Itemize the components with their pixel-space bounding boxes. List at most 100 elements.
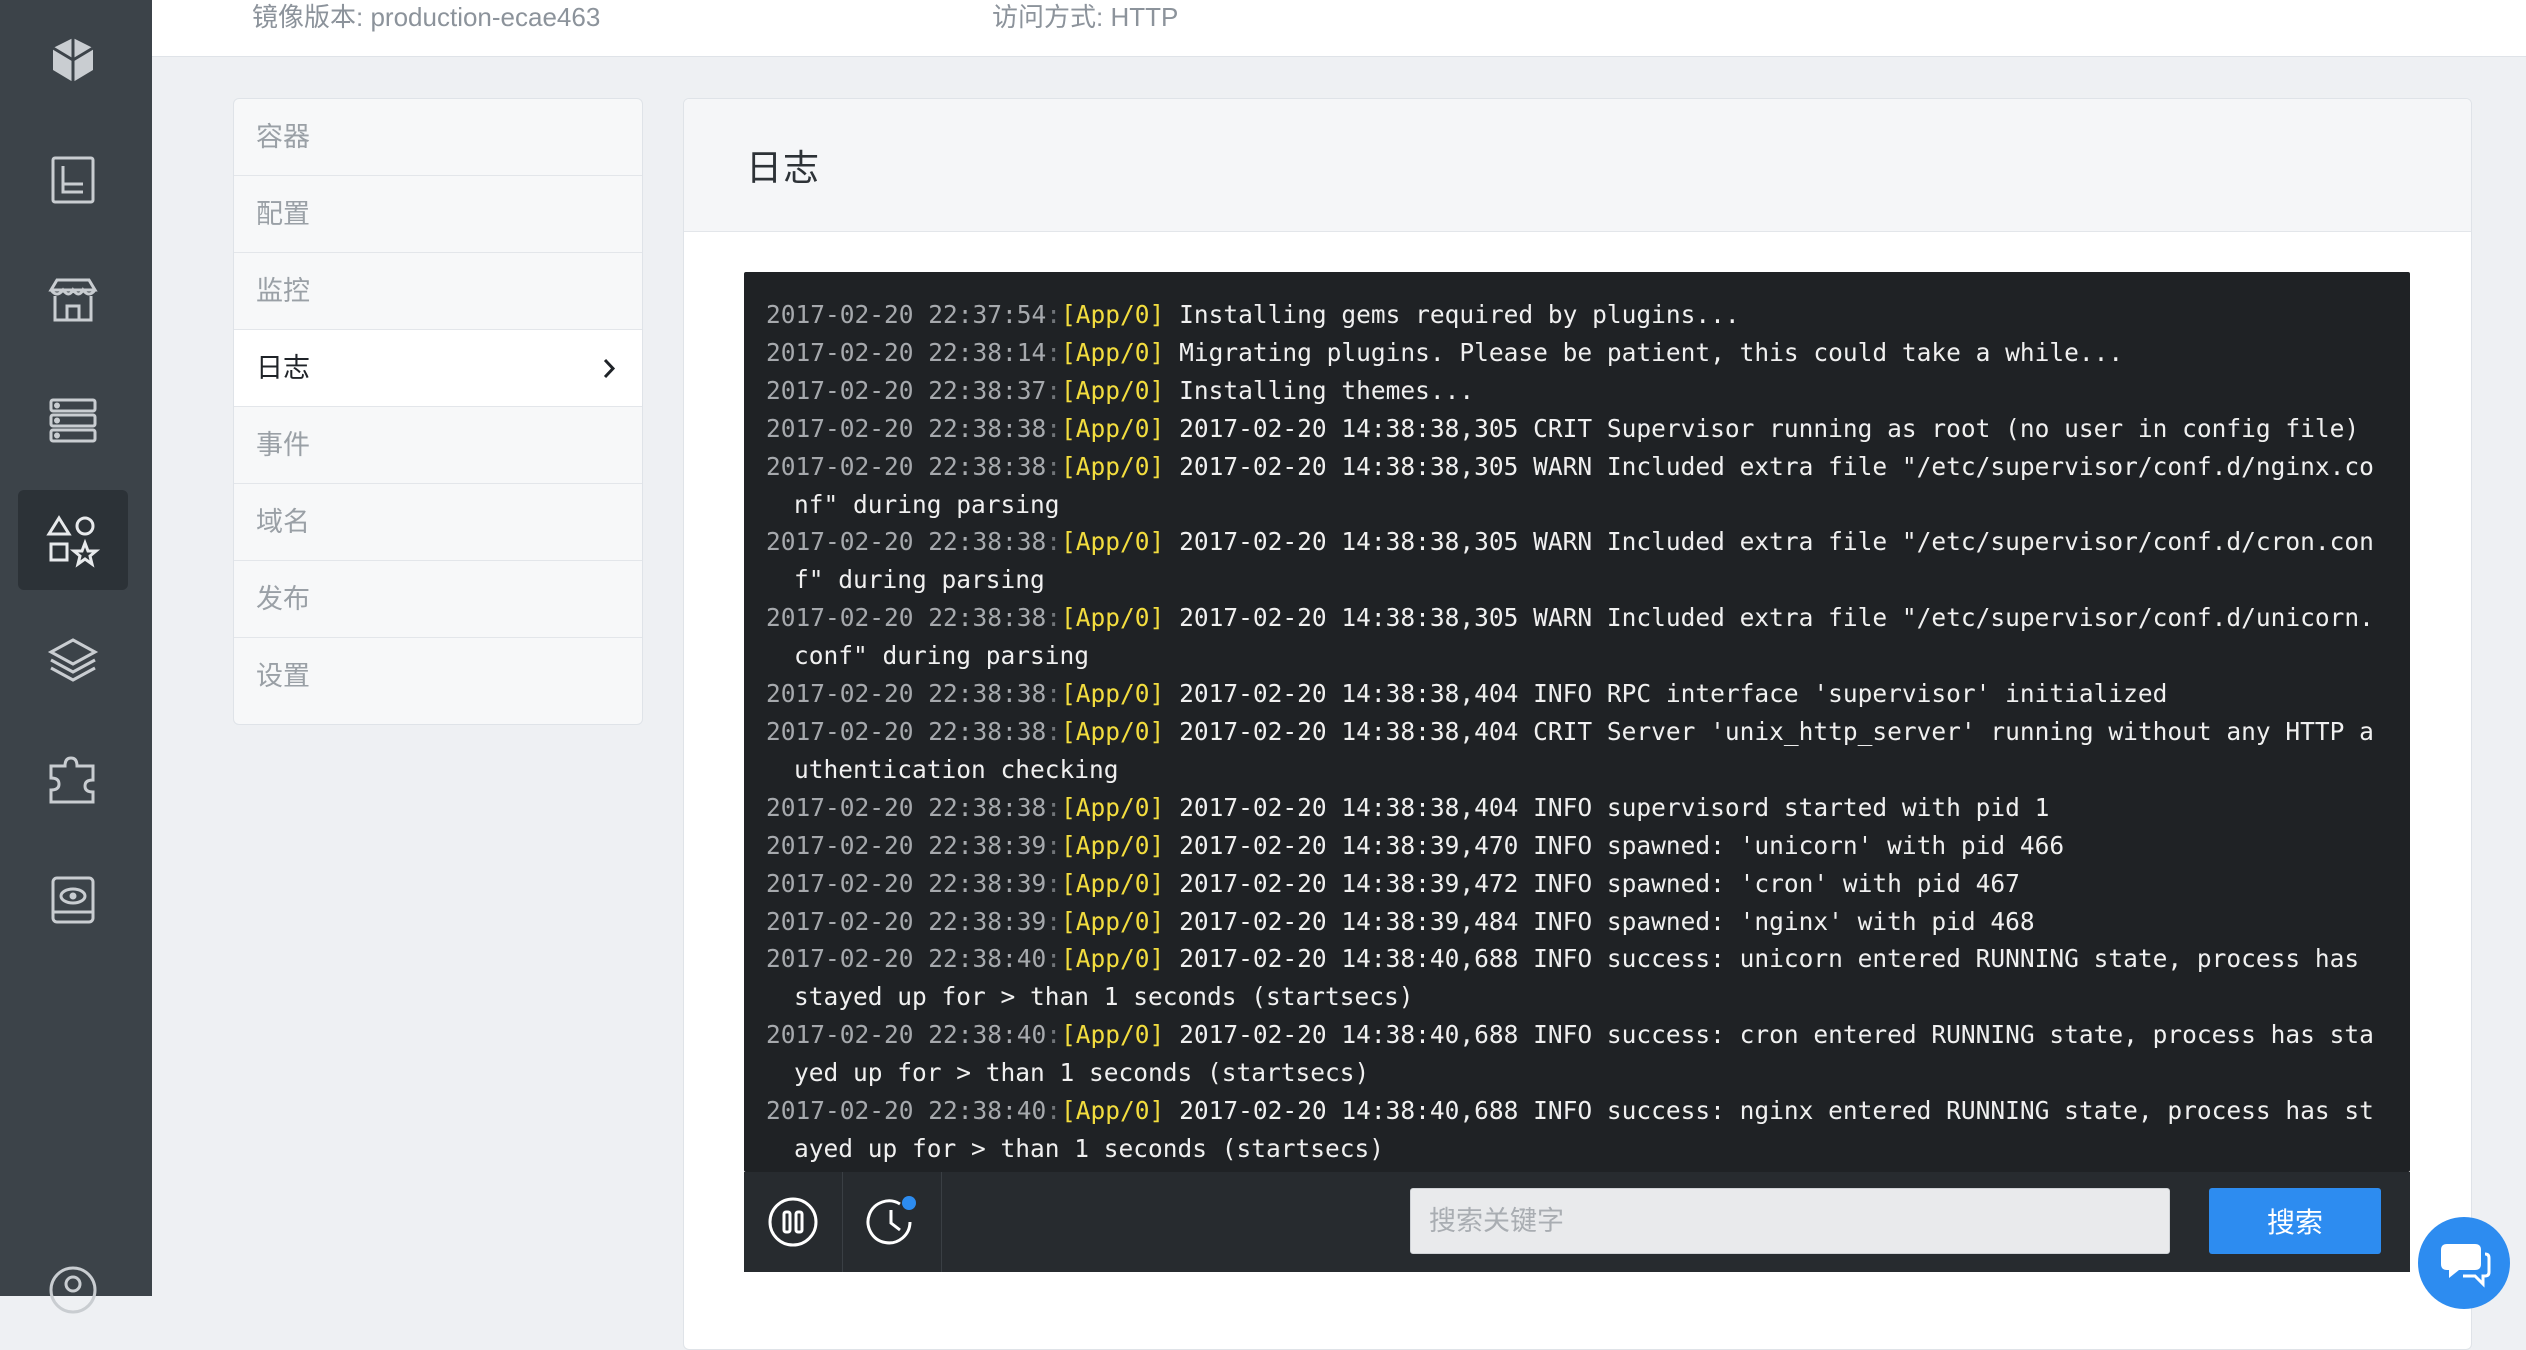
log-output[interactable]: 2017-02-20 22:37:54:[App/0] Installing g… <box>744 272 2410 1170</box>
subnav-item-domains[interactable]: 域名 <box>234 484 642 561</box>
log-line-clipped <box>766 276 2382 296</box>
log-app-tag: [App/0] <box>1061 716 1165 746</box>
log-timestamp: 2017-02-20 22:38:40 <box>766 1096 1047 1126</box>
log-separator: : <box>1046 830 1062 860</box>
log-line: 2017-02-20 22:38:14:[App/0] Migrating pl… <box>766 334 2382 372</box>
log-app-tag: [App/0] <box>1061 375 1165 405</box>
user-icon[interactable] <box>18 1240 128 1340</box>
store-icon[interactable] <box>18 250 128 350</box>
log-timestamp: 2017-02-20 22:37:54 <box>766 300 1047 329</box>
log-app-tag: [App/0] <box>1061 300 1165 329</box>
logo-icon[interactable] <box>18 10 128 110</box>
access-method-label: 访问方式: <box>992 2 1104 32</box>
log-timestamp: 2017-02-20 22:38:38 <box>766 527 1047 557</box>
clock-icon <box>866 1196 916 1245</box>
document-icon[interactable] <box>18 130 128 230</box>
app-info-bar: 镜像版本: production-ecae463 访问方式: HTTP <box>152 0 2526 57</box>
layers-icon[interactable] <box>18 610 128 710</box>
chat-icon <box>2441 1244 2491 1288</box>
subnav-item-events[interactable]: 事件 <box>234 407 642 484</box>
log-app-tag: [App/0] <box>1061 1020 1165 1050</box>
log-timestamp: 2017-02-20 22:38:39 <box>766 906 1047 936</box>
subnav-item-label: 容器 <box>256 122 310 152</box>
log-timestamp: 2017-02-20 22:38:39 <box>766 830 1047 860</box>
log-timestamp: 2017-02-20 22:38:38 <box>766 716 1047 746</box>
log-separator: : <box>1046 451 1062 481</box>
image-version-value: production-ecae463 <box>370 2 601 32</box>
log-message: 2017-02-20 14:38:39,470 INFO spawned: 'u… <box>1179 830 2065 860</box>
log-controls: 搜索 <box>744 1172 2410 1272</box>
subnav-item-config[interactable]: 配置 <box>234 176 642 253</box>
log-line: 2017-02-20 22:38:40:[App/0] 2017-02-20 1… <box>766 1092 2382 1168</box>
puzzle-icon[interactable] <box>18 730 128 830</box>
disk-icon[interactable] <box>18 850 128 950</box>
log-line: 2017-02-20 22:38:38:[App/0] 2017-02-20 1… <box>766 410 2382 448</box>
apps-icon[interactable] <box>18 490 128 590</box>
log-app-tag: [App/0] <box>1061 792 1165 822</box>
subnav-item-releases[interactable]: 发布 <box>234 561 642 638</box>
log-line: 2017-02-20 22:38:39:[App/0] 2017-02-20 1… <box>766 903 2382 941</box>
log-separator: : <box>1046 1020 1062 1050</box>
log-app-tag: [App/0] <box>1061 906 1165 936</box>
app-sub-nav: 容器 配置 监控 日志 事件 域名 发布 设置 <box>233 98 643 725</box>
log-timestamp: 2017-02-20 22:38:37 <box>766 375 1047 405</box>
access-method-info: 访问方式: HTTP <box>992 0 1178 34</box>
log-message: 2017-02-20 14:38:39,472 INFO spawned: 'c… <box>1179 868 2020 898</box>
log-line: 2017-02-20 22:38:38:[App/0] 2017-02-20 1… <box>766 789 2382 827</box>
history-button[interactable] <box>843 1172 942 1272</box>
log-message: Installing themes... <box>1179 375 1475 405</box>
pause-icon <box>768 1197 818 1247</box>
pause-button[interactable] <box>744 1172 843 1272</box>
subnav-item-containers[interactable]: 容器 <box>234 99 642 176</box>
log-separator: : <box>1046 906 1062 936</box>
log-line: 2017-02-20 22:38:39:[App/0] 2017-02-20 1… <box>766 865 2382 903</box>
log-app-tag: [App/0] <box>1061 337 1165 367</box>
subnav-item-label: 日志 <box>256 353 310 383</box>
log-message: Installing gems required by plugins... <box>1179 300 1740 329</box>
log-separator: : <box>1046 300 1062 329</box>
log-timestamp: 2017-02-20 22:38:38 <box>766 603 1047 633</box>
log-search-input[interactable] <box>1410 1188 2170 1254</box>
log-line: 2017-02-20 22:38:38:[App/0] 2017-02-20 1… <box>766 675 2382 713</box>
log-message: 2017-02-20 14:38:39,484 INFO spawned: 'n… <box>1179 906 2035 936</box>
log-separator: : <box>1046 716 1062 746</box>
access-method-value: HTTP <box>1110 2 1179 32</box>
log-line: 2017-02-20 22:38:39:[App/0] 2017-02-20 1… <box>766 827 2382 865</box>
subnav-item-label: 发布 <box>256 584 310 614</box>
log-timestamp: 2017-02-20 22:38:39 <box>766 868 1047 898</box>
chat-support-button[interactable] <box>2418 1217 2510 1309</box>
log-app-tag: [App/0] <box>1061 679 1165 709</box>
log-separator: : <box>1046 527 1062 557</box>
log-line: 2017-02-20 22:38:38:[App/0] 2017-02-20 1… <box>766 523 2382 599</box>
log-timestamp: 2017-02-20 22:38:40 <box>766 944 1047 974</box>
log-separator: : <box>1046 603 1062 633</box>
panel-header: 日志 <box>684 99 2471 232</box>
log-timestamp: 2017-02-20 22:38:38 <box>766 413 1047 443</box>
log-timestamp: 2017-02-20 22:38:14 <box>766 337 1047 367</box>
log-line: 2017-02-20 22:37:54:[App/0] Installing g… <box>766 296 2382 334</box>
log-line: 2017-02-20 22:38:38:[App/0] 2017-02-20 1… <box>766 448 2382 524</box>
log-app-tag: [App/0] <box>1061 944 1165 974</box>
log-terminal: 2017-02-20 22:37:54:[App/0] Installing g… <box>744 272 2410 1172</box>
log-separator: : <box>1046 944 1062 974</box>
subnav-item-monitor[interactable]: 监控 <box>234 253 642 330</box>
log-line: 2017-02-20 22:38:38:[App/0] 2017-02-20 1… <box>766 599 2382 675</box>
log-message: Migrating plugins. Please be patient, th… <box>1179 337 2124 367</box>
log-separator: : <box>1046 375 1062 405</box>
servers-icon[interactable] <box>18 370 128 470</box>
left-icon-rail <box>0 0 152 1314</box>
log-line: 2017-02-20 22:38:37:[App/0] Installing t… <box>766 372 2382 410</box>
image-version-info: 镜像版本: production-ecae463 <box>252 0 600 34</box>
log-separator: : <box>1046 337 1062 367</box>
subnav-item-label: 配置 <box>256 199 310 229</box>
log-message: 2017-02-20 14:38:38,305 CRIT Supervisor … <box>1179 413 2360 443</box>
subnav-item-settings[interactable]: 设置 <box>234 638 642 715</box>
search-button[interactable]: 搜索 <box>2209 1188 2381 1254</box>
log-app-tag: [App/0] <box>1061 868 1165 898</box>
subnav-item-logs[interactable]: 日志 <box>234 330 642 407</box>
log-separator: : <box>1046 792 1062 822</box>
log-separator: : <box>1046 1096 1062 1126</box>
log-timestamp: 2017-02-20 22:38:40 <box>766 1020 1047 1050</box>
log-app-tag: [App/0] <box>1061 1096 1165 1126</box>
log-separator: : <box>1046 868 1062 898</box>
